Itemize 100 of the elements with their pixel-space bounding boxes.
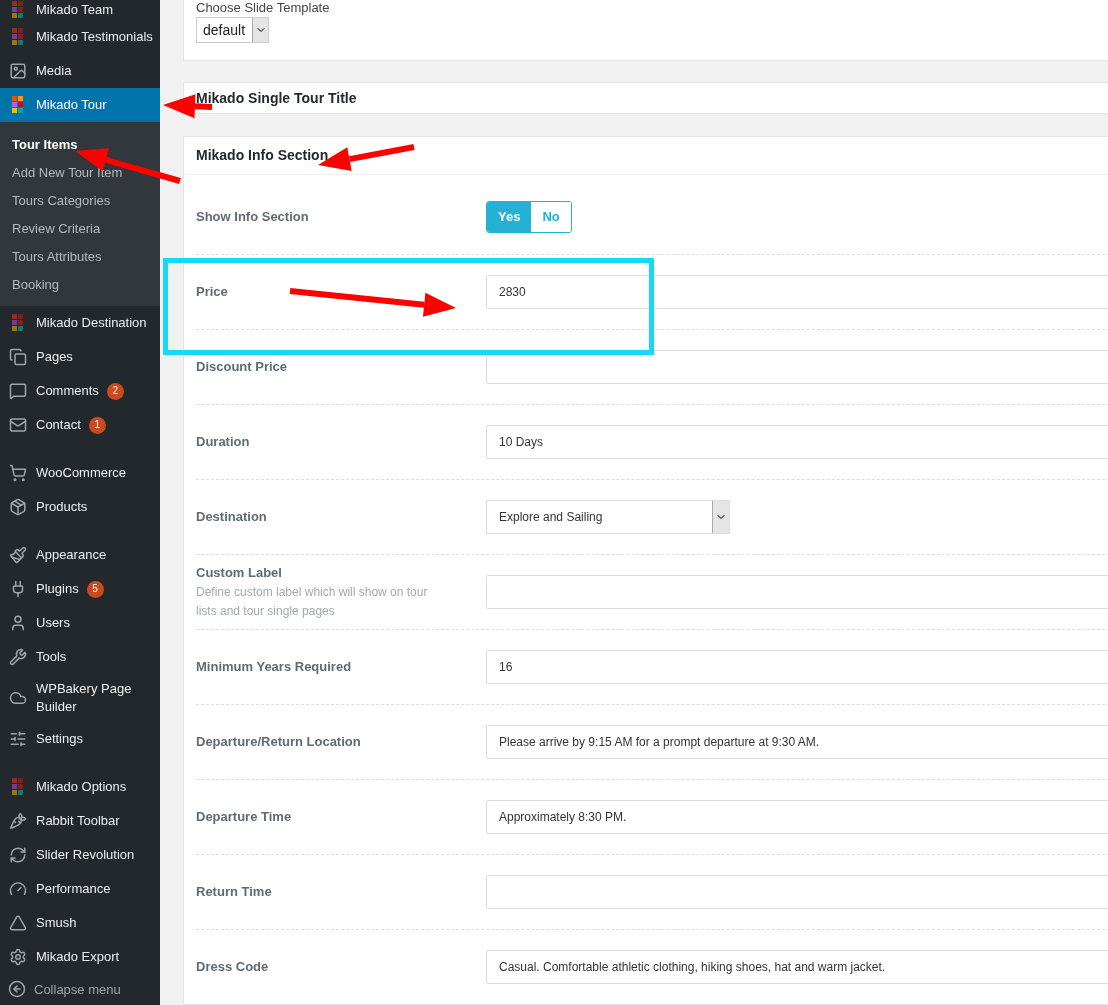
menu-label: Tools: [36, 648, 67, 667]
menu-item[interactable]: Media: [0, 54, 160, 89]
menu-item[interactable]: Smush: [0, 905, 160, 940]
menu-item[interactable]: Mikado Destination: [0, 306, 160, 341]
field-label: Destination: [196, 508, 268, 527]
text-field[interactable]: [486, 350, 1108, 384]
submenu-item[interactable]: Tour Items: [0, 130, 160, 159]
count-badge: 2: [106, 382, 124, 400]
field-label: Choose Slide Template: [196, 0, 331, 15]
count-badge: 1: [88, 416, 106, 434]
submenu-item[interactable]: Tours Attributes: [0, 242, 160, 271]
menu-label: Contact: [36, 416, 81, 435]
menu-label: Mikado Options: [36, 777, 127, 796]
field-label: Departure Time: [196, 808, 293, 827]
menu-label: Performance: [36, 879, 111, 898]
menu-label: Comments: [36, 382, 99, 401]
menu-item[interactable]: WooCommerce: [0, 456, 160, 491]
field-label: Custom Label: [196, 564, 283, 583]
collapse-icon: [8, 980, 26, 999]
box-icon: [9, 498, 27, 517]
field-label: Return Time: [196, 883, 273, 902]
menu-item[interactable]: Mikado Tour: [0, 88, 160, 123]
menu-item[interactable]: Mikado Options: [0, 769, 160, 804]
menu-label: Plugins: [36, 580, 79, 599]
envelope-icon: [9, 416, 27, 435]
menu-label: Products: [36, 498, 88, 517]
menu-item[interactable]: Mikado Team: [0, 0, 160, 21]
text-field[interactable]: [486, 875, 1108, 909]
squares-icon: [12, 1, 24, 20]
submenu-item[interactable]: Booking: [0, 270, 160, 299]
cart-icon: [9, 464, 27, 483]
settings-icon: [9, 947, 27, 966]
squares-icon: [12, 777, 24, 796]
field-label: Minimum Years Required: [196, 658, 353, 677]
menu-label: Users: [36, 614, 70, 633]
text-field[interactable]: Approximately 8:30 PM.: [486, 800, 1108, 834]
menu-label: WPBakery Page Builder: [36, 679, 133, 716]
carrot-icon: [9, 811, 27, 830]
field-label: Price: [196, 283, 229, 302]
squares-icon: [12, 314, 24, 333]
select-field[interactable]: Explore and Sailing: [486, 500, 730, 534]
collapse-menu-button[interactable]: Collapse menu: [0, 973, 160, 1005]
menu-label: Appearance: [36, 546, 107, 565]
text-field[interactable]: Please arrive by 9:15 AM for a prompt departure at 9:30 AM.: [486, 725, 1108, 759]
field-label: Discount Price: [196, 358, 289, 377]
menu-label: Mikado Export: [36, 947, 120, 966]
select-field[interactable]: default: [196, 17, 269, 43]
text-field[interactable]: Casual. Comfortable athletic clothing, hiking shoes, hat and warm jacket.: [486, 950, 1108, 984]
user-icon: [9, 614, 27, 633]
menu-item[interactable]: Performance: [0, 871, 160, 906]
menu-item[interactable]: Rabbit Toolbar: [0, 803, 160, 838]
submenu-item[interactable]: Review Criteria: [0, 214, 160, 243]
section-title: Mikado Info Section: [196, 146, 329, 165]
field-label: Departure/Return Location: [196, 733, 362, 752]
squares-icon: [12, 96, 24, 115]
media-icon: [9, 62, 27, 81]
menu-item[interactable]: Tools: [0, 640, 160, 675]
menu-item[interactable]: Slider Revolution: [0, 837, 160, 872]
text-field[interactable]: 2830: [486, 275, 1108, 309]
menu-item[interactable]: WPBakery Page Builder: [0, 674, 160, 722]
triangle-icon: [9, 913, 27, 932]
menu-label: Media: [36, 62, 72, 81]
field-description: Define custom label which will show on tour lists and tour single pages: [196, 583, 429, 620]
pages-icon: [9, 348, 27, 367]
submenu-item[interactable]: Add New Tour Item: [0, 158, 160, 187]
text-field[interactable]: 16: [486, 650, 1108, 684]
menu-item[interactable]: Products: [0, 490, 160, 525]
menu-label: Smush: [36, 913, 77, 932]
menu-item[interactable]: Plugins 5: [0, 572, 160, 607]
field-label: Dress Code: [196, 958, 270, 977]
menu-item[interactable]: Appearance: [0, 538, 160, 573]
refresh-icon: [9, 845, 27, 864]
menu-item[interactable]: Pages: [0, 340, 160, 375]
squares-icon: [12, 28, 24, 47]
text-field[interactable]: 10 Days: [486, 425, 1108, 459]
field-label: Duration: [196, 433, 251, 452]
menu-label: Mikado Tour: [36, 96, 107, 115]
wrench-icon: [9, 648, 27, 667]
section-title: Mikado Single Tour Title: [196, 88, 357, 108]
submenu-item[interactable]: Tours Categories: [0, 186, 160, 215]
menu-item[interactable]: Users: [0, 606, 160, 641]
menu-label: WooCommerce: [36, 464, 127, 483]
menu-label: Settings: [36, 729, 83, 748]
menu-item[interactable]: Mikado Export: [0, 939, 160, 974]
menu-label: Slider Revolution: [36, 845, 135, 864]
text-field[interactable]: [486, 575, 1108, 609]
paintbrush-icon: [9, 546, 27, 565]
sliders-icon: [9, 729, 27, 748]
menu-label: Mikado Testimonials: [36, 28, 153, 47]
menu-item[interactable]: Settings: [0, 721, 160, 756]
field-label: Show Info Section: [196, 207, 310, 226]
menu-item[interactable]: Contact 1: [0, 408, 160, 443]
menu-item[interactable]: Mikado Testimonials: [0, 20, 160, 55]
speech-bubble-icon: [9, 382, 27, 401]
gauge-icon: [9, 879, 27, 898]
menu-label: Mikado Destination: [36, 314, 147, 333]
menu-label: Mikado Team: [36, 1, 114, 20]
menu-label: Rabbit Toolbar: [36, 811, 120, 830]
menu-item[interactable]: Comments 2: [0, 374, 160, 409]
menu-label: Pages: [36, 348, 73, 367]
